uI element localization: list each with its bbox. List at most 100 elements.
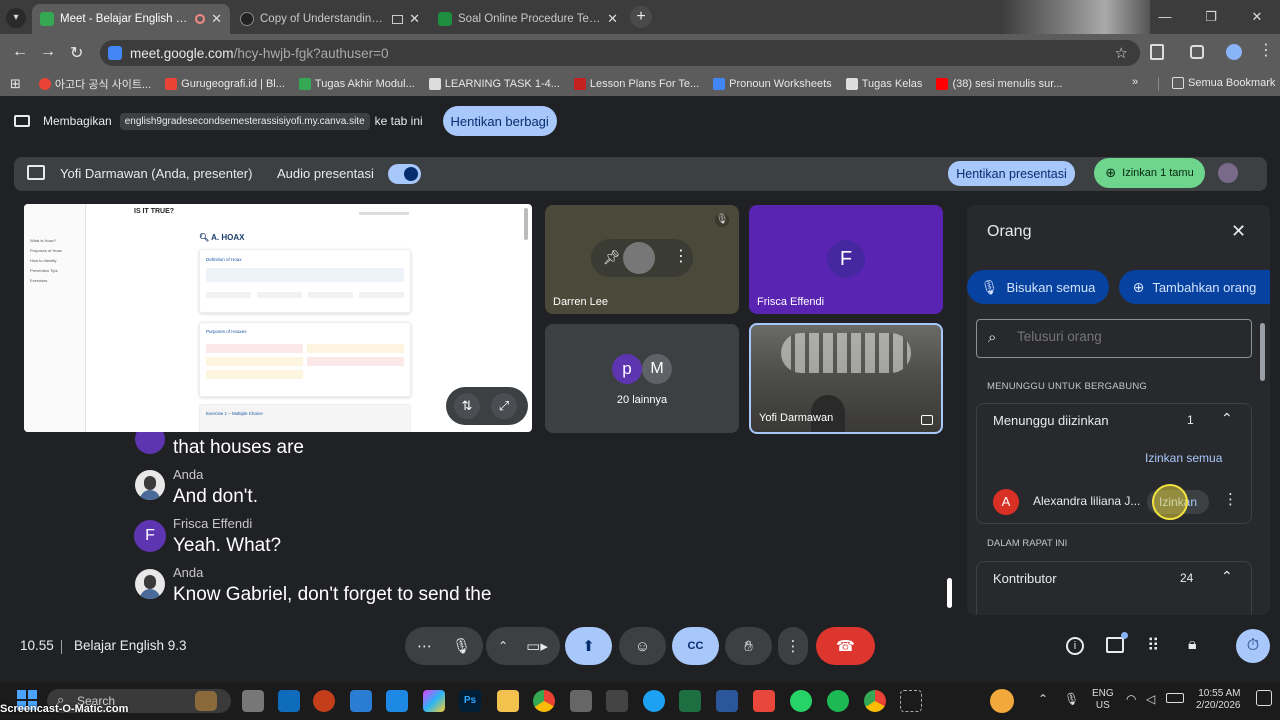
app-icon[interactable] [606,690,628,712]
bookmark-item[interactable]: Tugas Kelas [845,78,922,90]
extensions-icon[interactable] [1150,44,1164,60]
admit-guest-button[interactable]: ⊕ Izinkan 1 tamu [1094,158,1205,188]
search-input[interactable] [1017,329,1237,344]
mute-participant-icon[interactable] [623,242,655,274]
weather-icon[interactable] [990,689,1014,713]
meeting-info-icon[interactable]: i [1066,637,1084,655]
apps-grid-icon[interactable]: ⊞ [10,76,21,92]
collapse-icon[interactable]: ⌃ [1221,568,1233,585]
close-panel-icon[interactable]: ✕ [1231,221,1246,242]
wifi-icon[interactable]: ◠ [1126,692,1136,706]
all-bookmarks[interactable]: Semua Bookmark [1172,77,1275,89]
chat-icon[interactable] [1106,632,1128,653]
more-options-icon[interactable]: ⋮ [1223,490,1238,508]
word-icon[interactable] [716,690,738,712]
host-controls-icon[interactable]: 🔒︎ [1188,636,1197,654]
forward-icon[interactable]: → [40,43,56,61]
stop-presenting-button[interactable]: Hentikan presentasi [948,161,1075,186]
bookmark-item[interactable]: (38) sesi menulis sur... [936,78,1062,90]
slide-scrollbar[interactable] [524,208,528,240]
task-view-icon[interactable] [242,690,264,712]
admit-all-button[interactable]: Izinkan semua [1145,451,1222,465]
audio-presentation-toggle[interactable] [388,164,421,184]
volume-icon[interactable]: ◁ [1146,692,1155,706]
reload-icon[interactable]: ↻ [70,43,83,63]
tile-frisca-effendi[interactable]: F Frisca Effendi [749,205,943,314]
calculator-icon[interactable] [570,690,592,712]
bookmark-item[interactable]: LEARNING TASK 1-4... [428,78,560,90]
camera-control[interactable]: ⌃ ▭▸ [486,627,560,665]
close-window-icon[interactable]: ✕ [1234,2,1280,32]
outlook-icon[interactable] [278,690,300,712]
pin-icon[interactable]: 📌︎ [603,249,621,266]
stop-sharing-button[interactable]: Hentikan berbagi [442,106,557,136]
tab-understanding[interactable]: Copy of Understanding Ho ✕ [232,4,428,34]
close-tab-icon[interactable]: ✕ [409,11,420,27]
tile-options-icon[interactable] [921,415,933,425]
tray-chevron-icon[interactable]: ⌃ [1038,692,1048,706]
bookmark-item[interactable]: Gurugeografi.id | Bl... [165,78,285,90]
close-tab-icon[interactable]: ✕ [211,11,222,27]
minimize-icon[interactable]: — [1142,2,1188,32]
excel-icon[interactable] [679,690,701,712]
present-button[interactable]: ⬆︎ [565,627,612,665]
close-tab-icon[interactable]: ✕ [607,11,618,27]
bookmark-item[interactable]: Tugas Akhir Modul... [298,78,415,90]
mute-all-button[interactable]: 🎙︎ Bisukan semua [967,270,1109,304]
mic-control[interactable]: ⋯ 🎙︎ [405,627,483,665]
edge-icon[interactable] [643,690,665,712]
notification-icon[interactable] [1256,690,1272,706]
mic-tray-icon[interactable]: 🎙︎ [1064,692,1079,706]
chrome-icon[interactable] [533,690,555,712]
restore-icon[interactable]: ❐ [1188,2,1234,32]
new-tab-icon[interactable]: + [630,6,652,28]
tile-darren-lee[interactable]: 🎙︎ 📌︎ ⋮ Darren Lee [545,205,739,314]
fullscreen-icon[interactable]: ⤢ [491,393,517,419]
camera-options-icon[interactable]: ⌃ [498,639,508,653]
app-icon[interactable] [350,690,372,712]
raise-hand-button[interactable]: ✋︎ [725,627,772,665]
mic-icon[interactable]: 🎙︎ [452,637,471,655]
caption-scrollbar[interactable] [947,578,952,608]
collapse-icon[interactable]: ⌃ [1221,410,1233,427]
back-icon[interactable]: ← [12,43,28,61]
powerpoint-icon[interactable] [313,690,335,712]
mic-options-icon[interactable]: ⋯ [417,637,432,655]
bookmark-item[interactable]: Lesson Plans For Te... [573,78,699,90]
more-options-button[interactable]: ⋮ [778,627,808,665]
camera-icon[interactable]: ▭▸ [526,637,548,655]
side-panel-icon[interactable] [1190,45,1204,59]
tile-yofi-darmawan[interactable]: Yofi Darmawan [749,323,943,434]
whatsapp-icon[interactable] [790,690,812,712]
omnibox[interactable]: meet.google.com/hcy-hwjb-fgk?authuser=0 … [100,40,1140,66]
app-badge-icon[interactable] [753,690,775,712]
leave-call-button[interactable]: ☎︎ [816,627,875,665]
add-people-button[interactable]: ⊕ Tambahkan orang [1119,270,1270,304]
spotify-icon[interactable] [827,690,849,712]
notepad-icon[interactable] [386,690,408,712]
swap-icon[interactable]: ⇅ [454,393,480,419]
bookmark-item[interactable]: 아고다 공식 사이트... [38,76,151,92]
file-explorer-icon[interactable] [497,690,519,712]
chrome-active-icon[interactable] [864,690,886,712]
search-people-field[interactable]: ⌕ [976,319,1252,358]
timer-icon[interactable]: ⏱︎ [1236,629,1270,663]
tab-meet[interactable]: Meet - Belajar English 9.3 ✕ [32,4,230,34]
participant-avatars-chip[interactable] [1212,158,1266,188]
tab-soal-online[interactable]: Soal Online Procedure Text Kela ✕ [430,4,626,34]
copilot-icon[interactable] [423,690,445,712]
tab-search-chevron-icon[interactable]: ▾ [6,8,26,28]
more-bookmarks-icon[interactable]: » [1132,76,1138,88]
bookmark-star-icon[interactable]: ☆ [1115,44,1128,62]
reactions-button[interactable]: ☺ [619,627,666,665]
language-indicator[interactable]: ENG US [1092,688,1114,712]
system-clock[interactable]: 10:55 AM 2/20/2026 [1196,688,1241,712]
snipping-icon[interactable] [900,690,922,712]
activities-icon[interactable]: ⠿ [1147,636,1159,656]
photoshop-icon[interactable]: Ps [459,690,481,712]
more-options-icon[interactable]: ⋮ [673,246,689,266]
captions-button[interactable]: CC [672,627,719,665]
site-info-icon[interactable] [108,46,122,60]
battery-icon[interactable] [1166,693,1184,703]
tile-others[interactable]: p M 20 lainnya [545,324,739,433]
